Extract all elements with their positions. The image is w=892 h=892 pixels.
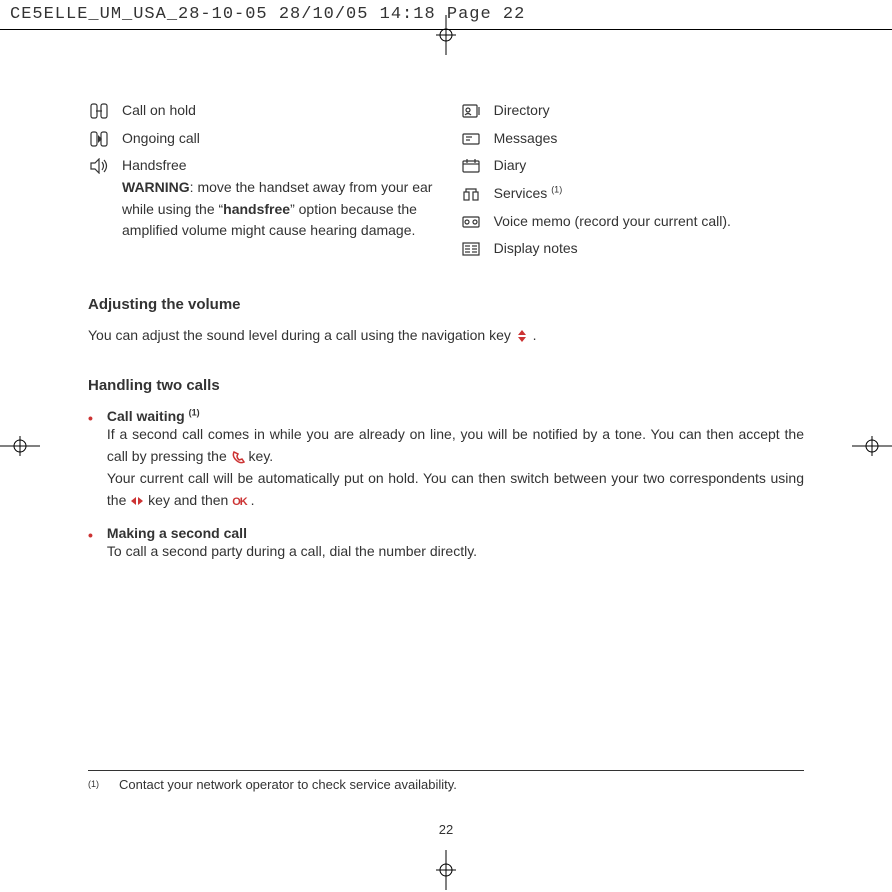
warning-word: WARNING [122, 179, 190, 195]
icon-row-services: Services (1) [460, 183, 804, 205]
handsfree-label: Handsfree [122, 157, 187, 173]
call-waiting-p2: Your current call will be automatically … [107, 468, 804, 511]
crop-mark-left [0, 436, 40, 456]
icon-label: Messages [494, 128, 558, 150]
handsfree-text: Handsfree WARNING: move the handset away… [122, 155, 450, 242]
display-notes-icon [460, 240, 482, 258]
bullet-dot-icon: • [88, 525, 93, 563]
nav-left-right-icon [130, 494, 144, 508]
bullet-title-second-call: Making a second call [107, 525, 804, 541]
bullet-title-call-waiting: Call waiting (1) [107, 408, 200, 424]
crop-mark-bottom [436, 850, 456, 890]
footnote: (1) Contact your network operator to che… [88, 770, 804, 792]
icon-row-handsfree: Handsfree WARNING: move the handset away… [88, 155, 450, 242]
bullet-call-waiting: • Call waiting (1) If a second call come… [88, 408, 804, 511]
ok-key-icon: OK [232, 496, 247, 508]
icon-row-directory: Directory [460, 100, 804, 122]
bullet-second-call: • Making a second call To call a second … [88, 525, 804, 563]
messages-icon [460, 130, 482, 148]
crop-mark-right [852, 436, 892, 456]
icon-row-voice-memo: Voice memo (record your current call). [460, 211, 804, 233]
directory-icon [460, 102, 482, 120]
icon-row-ongoing-call: Ongoing call [88, 128, 450, 150]
voice-memo-icon [460, 213, 482, 231]
icon-label: Directory [494, 100, 550, 122]
page-content: Call on hold Ongoing call Handsfree WARN… [0, 30, 892, 563]
icon-label: Services (1) [494, 183, 563, 205]
icon-label: Call on hold [122, 100, 196, 122]
adjusting-volume-body: You can adjust the sound level during a … [88, 325, 804, 347]
footnote-sup: (1) [88, 777, 99, 792]
handsfree-icon [88, 157, 110, 175]
bullet-dot-icon: • [88, 408, 93, 511]
icon-row-diary: Diary [460, 155, 804, 177]
icon-row-call-on-hold: Call on hold [88, 100, 450, 122]
second-call-body: To call a second party during a call, di… [107, 541, 804, 563]
diary-icon [460, 157, 482, 175]
icon-label: Ongoing call [122, 128, 200, 150]
icon-label: Display notes [494, 238, 578, 260]
icon-label: Diary [494, 155, 527, 177]
warning-handsfree: handsfree [223, 201, 290, 217]
footnote-text: Contact your network operator to check s… [119, 777, 457, 792]
heading-adjusting-volume: Adjusting the volume [88, 296, 804, 313]
call-key-icon [231, 450, 245, 464]
ongoing-call-icon [88, 130, 110, 148]
icon-label: Voice memo (record your current call). [494, 211, 731, 233]
services-icon [460, 185, 482, 203]
call-on-hold-icon [88, 102, 110, 120]
crop-mark-top [436, 15, 456, 55]
page-number: 22 [0, 822, 892, 837]
icon-row-display-notes: Display notes [460, 238, 804, 260]
call-waiting-p1: If a second call comes in while you are … [107, 424, 804, 467]
nav-up-down-icon [515, 329, 529, 343]
heading-handling-two-calls: Handling two calls [88, 377, 804, 394]
icon-row-messages: Messages [460, 128, 804, 150]
